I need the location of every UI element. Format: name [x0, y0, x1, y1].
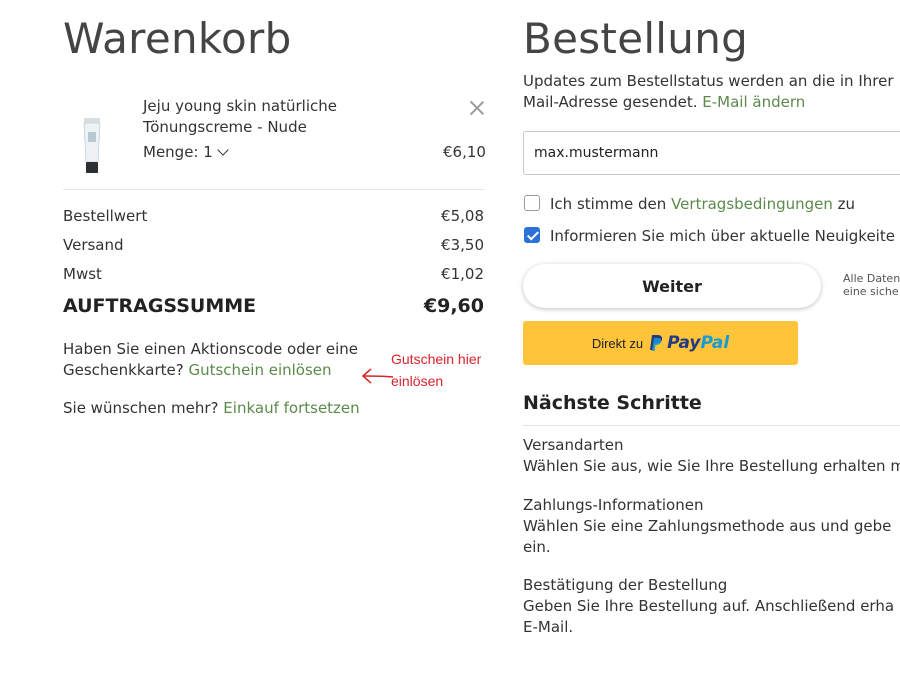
- security-note: Alle Daten eine siche: [843, 272, 900, 298]
- newsletter-checkbox[interactable]: [524, 227, 540, 243]
- terms-text: Ich stimme den: [550, 195, 667, 213]
- product-name-line2[interactable]: Tönungscreme - Nude: [143, 117, 307, 138]
- email-field[interactable]: [523, 131, 900, 175]
- summary-label: Bestellwert: [63, 207, 148, 225]
- summary-label: Mwst: [63, 265, 102, 283]
- annotation-note: Gutschein hier einlösen: [391, 348, 481, 392]
- paypal-word-pay: Pay: [667, 333, 701, 353]
- quantity-label: Menge: 1: [143, 143, 213, 161]
- step-title: Bestätigung der Bestellung: [523, 576, 728, 594]
- paypal-button[interactable]: Direkt zu PayPal: [523, 321, 798, 365]
- next-steps-divider: [523, 425, 900, 426]
- total-row: AUFTRAGSSUMME €9,60: [63, 295, 484, 317]
- order-info-line2: Mail-Adresse gesendet. E-Mail ändern: [523, 92, 805, 113]
- continue-shopping-link[interactable]: Einkauf fortsetzen: [223, 399, 359, 417]
- summary-value: €1,02: [441, 265, 484, 283]
- promo-text-line1: Haben Sie einen Aktionscode oder eine: [63, 340, 359, 358]
- security-note-line1: Alle Daten: [843, 272, 900, 285]
- terms-text-after: zu: [837, 195, 856, 213]
- continue-button[interactable]: Weiter: [523, 264, 821, 308]
- security-note-line2: eine siche: [843, 285, 899, 298]
- step-description: Geben Sie Ihre Bestellung auf. Anschließ…: [523, 597, 895, 615]
- step-title: Zahlungs-Informationen: [523, 496, 704, 514]
- promo-text: Geschenkkarte?: [63, 361, 184, 379]
- summary-label: Versand: [63, 236, 124, 254]
- paypal-wordmark: PayPal: [667, 333, 729, 353]
- total-value: €9,60: [423, 295, 484, 317]
- annotation-line1: Gutschein hier: [391, 351, 482, 367]
- product-name-line1[interactable]: Jeju young skin natürliche: [143, 96, 337, 117]
- continue-shopping-line: Sie wünschen mehr? Einkauf fortsetzen: [63, 398, 360, 419]
- step-description: Wählen Sie aus, wie Sie Ihre Bestellung …: [523, 457, 900, 475]
- summary-row: Versand €3,50: [63, 236, 484, 254]
- terms-label: Ich stimme den Vertragsbedingungen zu: [550, 194, 855, 215]
- order-info-text: Mail-Adresse gesendet.: [523, 93, 698, 111]
- paypal-logo-icon: [650, 335, 663, 351]
- order-title: Bestellung: [523, 14, 749, 63]
- step-description-line2: E-Mail.: [523, 618, 574, 636]
- annotation-arrow-icon: [361, 368, 394, 384]
- cart-title: Warenkorb: [63, 14, 292, 63]
- summary-row: Bestellwert €5,08: [63, 207, 484, 225]
- item-price: €6,10: [443, 143, 486, 161]
- step-description-line2: ein.: [523, 538, 551, 556]
- more-text: Sie wünschen mehr?: [63, 399, 219, 417]
- cart-divider: [63, 189, 484, 190]
- redeem-voucher-link[interactable]: Gutschein einlösen: [188, 361, 331, 379]
- product-image[interactable]: [80, 118, 104, 174]
- terms-link[interactable]: Vertragsbedingungen: [671, 195, 833, 213]
- paypal-prefix: Direkt zu: [591, 335, 644, 351]
- total-label: AUFTRAGSSUMME: [63, 295, 257, 317]
- promo-text-line2: Geschenkkarte? Gutschein einlösen: [63, 360, 332, 381]
- step-description: Wählen Sie eine Zahlungsmethode aus und …: [523, 517, 892, 535]
- quantity-select[interactable]: Menge: 1: [143, 142, 229, 163]
- change-email-link[interactable]: E-Mail ändern: [702, 93, 805, 111]
- paypal-word-pal: Pal: [700, 333, 730, 353]
- close-icon[interactable]: [469, 100, 485, 116]
- step-title: Versandarten: [523, 436, 624, 454]
- summary-value: €3,50: [441, 236, 484, 254]
- next-steps-title: Nächste Schritte: [523, 392, 702, 414]
- summary-row: Mwst €1,02: [63, 265, 484, 283]
- chevron-down-icon: [217, 144, 229, 156]
- order-info-line1: Updates zum Bestellstatus werden an die …: [523, 72, 894, 90]
- terms-checkbox[interactable]: [524, 195, 540, 211]
- newsletter-label: Informieren Sie mich über aktuelle Neuig…: [550, 227, 895, 245]
- annotation-line2: einlösen: [391, 373, 444, 389]
- summary-value: €5,08: [441, 207, 484, 225]
